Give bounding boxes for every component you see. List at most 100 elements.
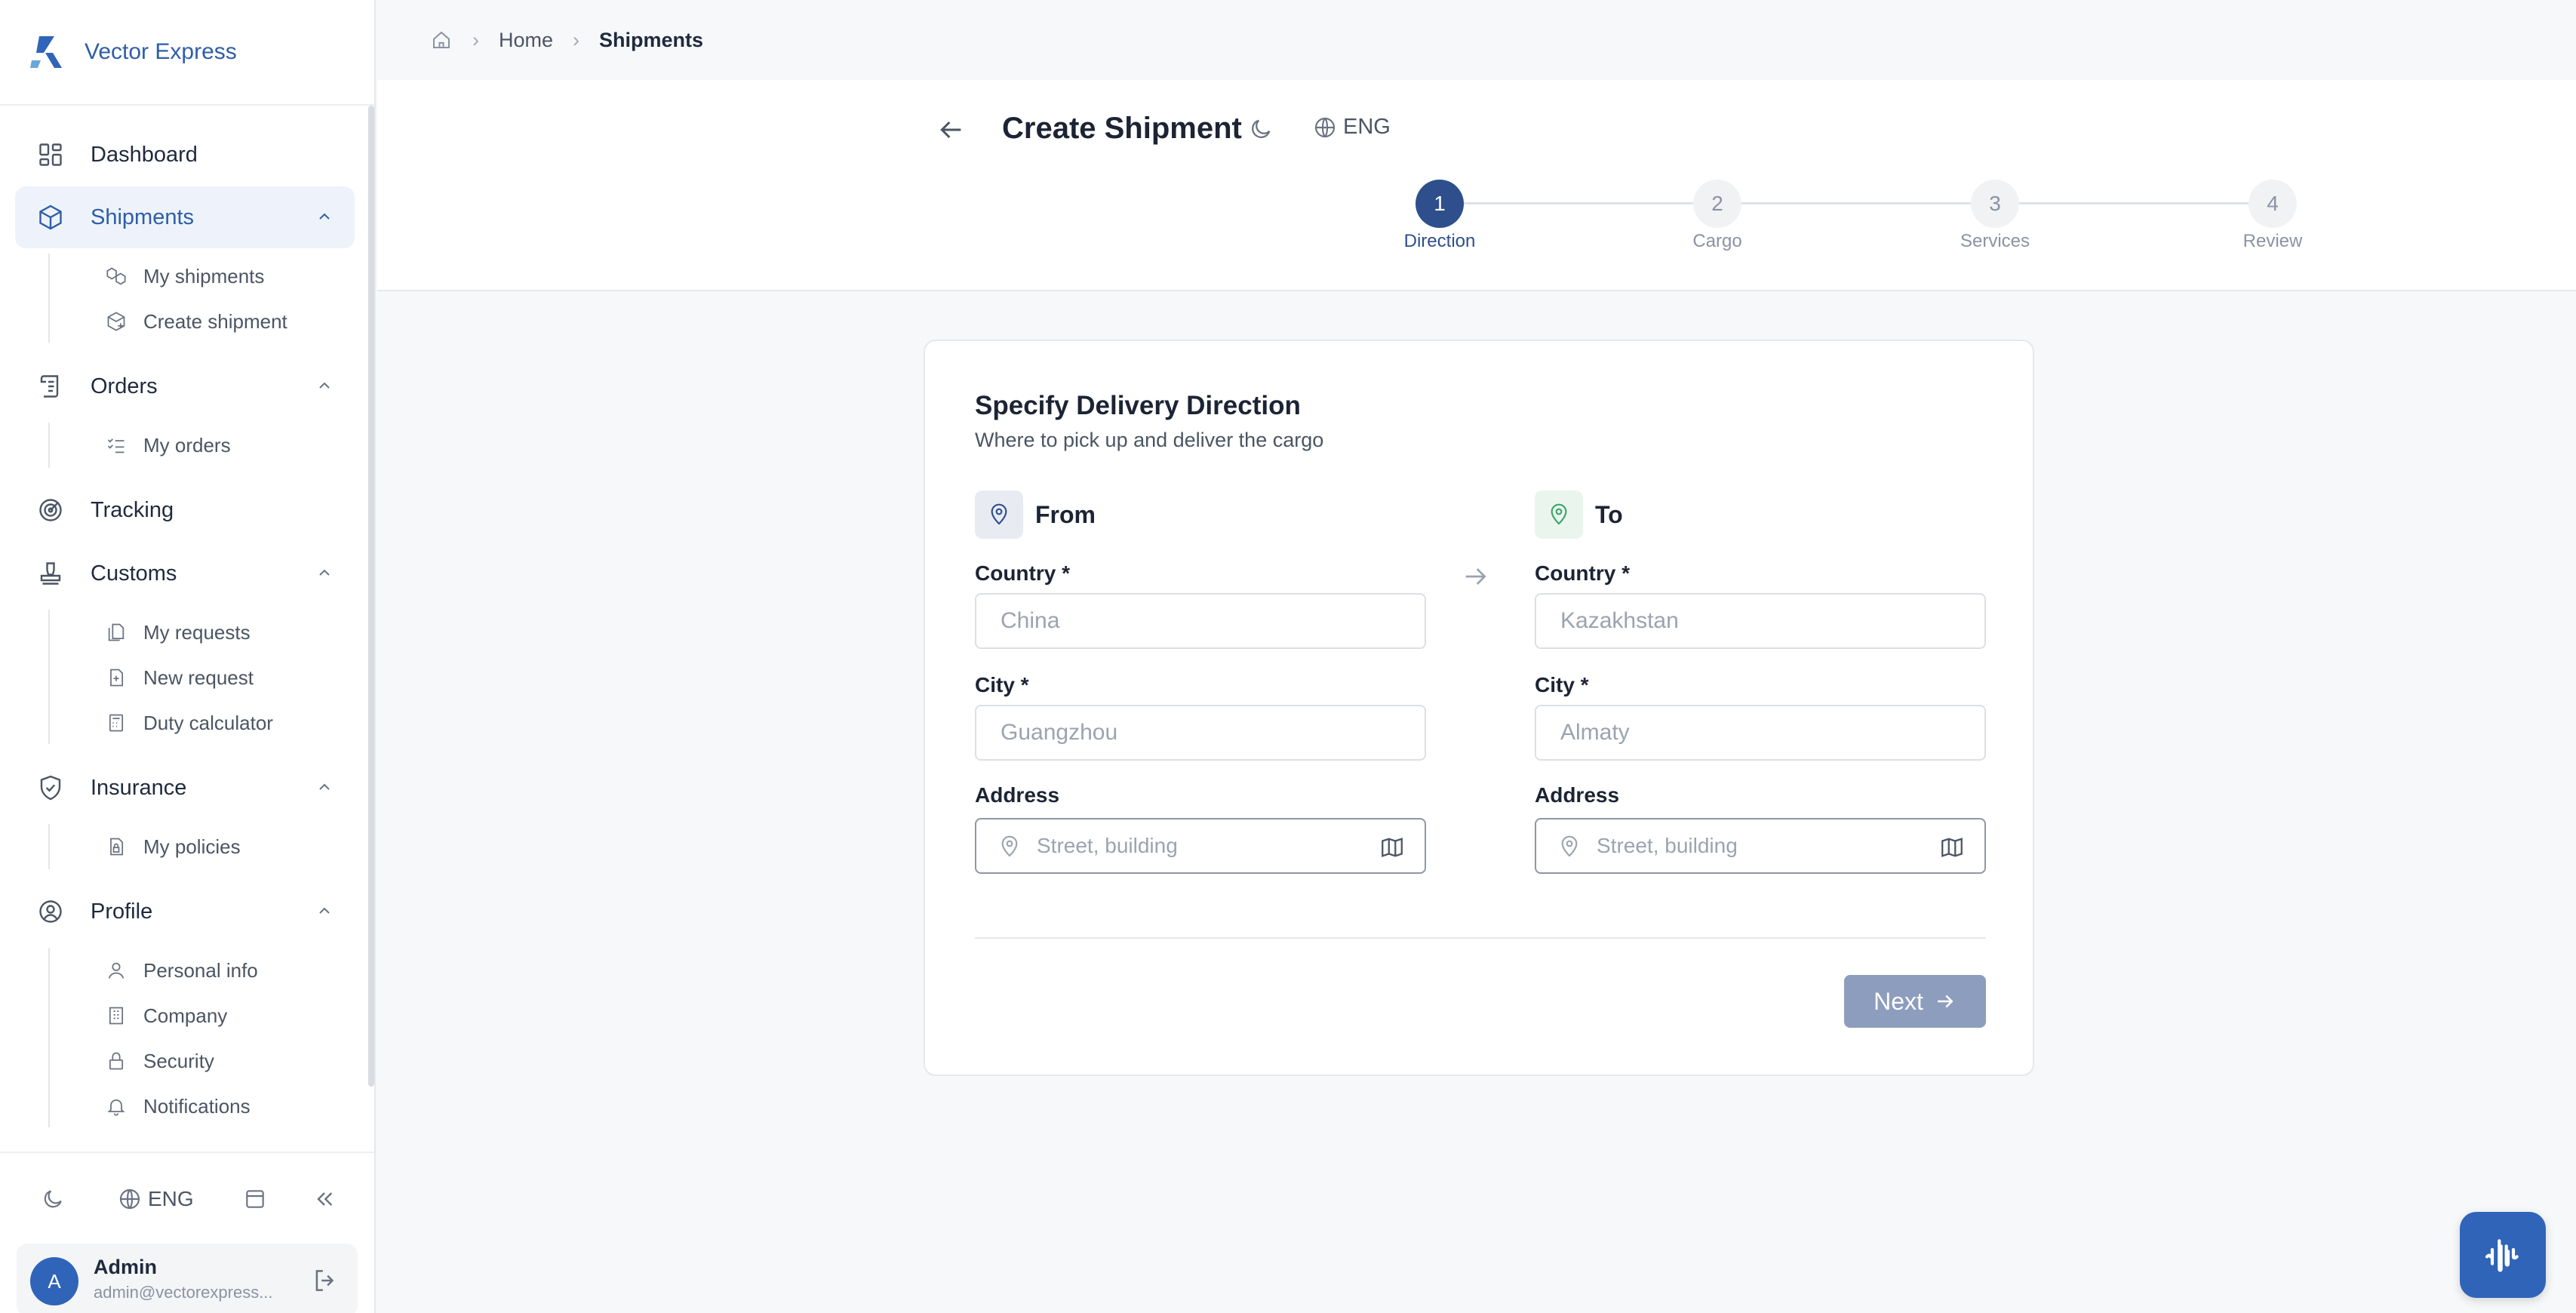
next-button[interactable]: Next [1844,975,1986,1028]
sidebar-footer: ENG A Admin admin@vectorexpress... [0,1152,374,1313]
sidebar-subitem-my-shipments[interactable]: My shipments [106,257,264,296]
lock-icon [109,1052,124,1070]
step-4[interactable]: 4 [2249,180,2297,228]
from-address-placeholder: Street, building [1037,834,1178,857]
step-3[interactable]: 3 [1971,180,2019,228]
chevron-up-icon[interactable] [315,208,334,226]
to-pin-icon [1535,490,1583,539]
page-title: Create Shipment [1002,112,1242,145]
to-address-placeholder: Street, building [1597,834,1738,857]
language-label: ENG [148,1187,194,1210]
breadcrumb-current: Shipments [599,28,704,51]
from-heading: From [975,490,1096,539]
collapse-sidebar-button[interactable] [312,1180,337,1218]
sidebar-item-profile[interactable]: Profile [15,881,355,942]
step-1[interactable]: 1 [1416,180,1464,228]
to-city-input[interactable]: Almaty [1535,705,1986,761]
language-label: ENG [1343,115,1391,139]
sidebar-item-customs[interactable]: Customs [15,543,355,604]
avatar: A [30,1257,78,1305]
from-city-label: City * [975,673,1029,696]
sidebar-subitem-duty-calculator[interactable]: Duty calculator [106,703,273,743]
layout-toggle[interactable] [243,1180,267,1218]
chevron-up-icon[interactable] [315,564,334,582]
sidebar-item-label: Orders [91,374,158,398]
theme-toggle[interactable] [41,1180,65,1218]
sidebar-scrollbar[interactable] [368,106,374,1087]
step-2[interactable]: 2 [1693,180,1741,228]
chevrons-left-icon [317,1192,333,1206]
boxes-icon [106,267,126,285]
to-heading: To [1535,490,1623,539]
chevron-up-icon[interactable] [315,902,334,920]
sidebar-item-orders[interactable]: Orders [15,355,355,417]
user-circle-icon [36,897,65,926]
voice-assistant-button[interactable] [2460,1212,2546,1298]
sidebar-subitem-create-shipment[interactable]: Create shipment [106,302,287,341]
arrow-right-icon [1937,995,1954,1008]
map-icon[interactable] [1939,835,1965,860]
breadcrumb-home[interactable]: Home [499,29,553,52]
files-icon [108,623,124,641]
calculator-icon [109,714,124,732]
map-icon[interactable] [1379,835,1405,860]
sidebar-subitem-personal-info[interactable]: Personal info [106,951,258,990]
sidebar-item-label: Customs [91,561,177,586]
to-country-input[interactable]: Kazakhstan [1535,593,1986,649]
globe-icon [1314,117,1336,137]
breadcrumb: › Home › Shipments [377,0,2576,80]
sidebar-subitem-my-policies[interactable]: My policies [106,827,241,866]
to-city-label: City * [1535,673,1589,696]
home-icon[interactable] [430,29,453,51]
user-name: Admin [94,1256,157,1278]
language-switch[interactable]: ENG [1313,115,1391,140]
user-icon [108,962,124,979]
from-city-input[interactable]: Guangzhou [975,705,1426,761]
to-address-input[interactable]: Street, building [1535,818,1986,874]
logo-icon [30,36,62,68]
sidebar-subitem-company[interactable]: Company [106,996,227,1035]
sidebar-item-insurance[interactable]: Insurance [15,757,355,819]
arrow-right-icon [1465,568,1486,585]
back-arrow-icon[interactable] [936,115,966,145]
step-connector [2019,202,2249,204]
sidebar-subitem-security[interactable]: Security [106,1041,214,1081]
chevron-up-icon[interactable] [315,778,334,796]
step-4-label: Review [2242,231,2303,251]
sidebar-item-label: Shipments [91,204,195,229]
step-connector [1464,202,1693,204]
user-card[interactable]: A Admin admin@vectorexpress... [17,1244,358,1313]
page-header: Create Shipment ENG 1 Direction 2 Cargo … [377,80,2576,291]
shield-check-icon [36,773,65,802]
bell-icon [107,1099,125,1116]
box-icon [36,203,65,232]
sidebar-item-shipments[interactable]: Shipments [15,186,355,248]
to-address-label: Address [1535,783,1620,807]
map-pin-icon [1561,835,1578,857]
brand[interactable]: Vector Express [0,0,374,106]
sidebar-subitem-new-request[interactable]: New request [106,658,254,697]
dashboard-icon [36,140,65,169]
from-country-label: Country * [975,561,1070,585]
chevron-up-icon[interactable] [315,377,334,395]
sidebar-item-label: Dashboard [91,142,198,167]
form-subtitle: Where to pick up and deliver the cargo [975,429,1324,451]
step-3-label: Services [1960,231,2030,251]
chevron-right-icon: › [472,28,479,51]
radar-icon [36,496,65,524]
from-address-input[interactable]: Street, building [975,818,1426,874]
sidebar-subitem-my-requests[interactable]: My requests [106,613,251,652]
sidebar-item-label: Profile [91,899,153,924]
logout-icon[interactable] [311,1266,340,1295]
building-icon [109,1007,124,1025]
step-connector [1741,202,1971,204]
sidebar-subitem-my-orders[interactable]: My orders [106,426,231,465]
sidebar-item-dashboard[interactable]: Dashboard [15,124,355,186]
moon-icon [44,1190,62,1208]
from-country-input[interactable]: China [975,593,1426,649]
language-switch[interactable]: ENG [118,1180,194,1218]
sidebar-item-tracking[interactable]: Tracking [15,479,355,541]
sidebar-subitem-notifications[interactable]: Notifications [106,1087,251,1126]
stamp-icon [36,559,65,588]
moon-icon[interactable] [1248,116,1274,142]
